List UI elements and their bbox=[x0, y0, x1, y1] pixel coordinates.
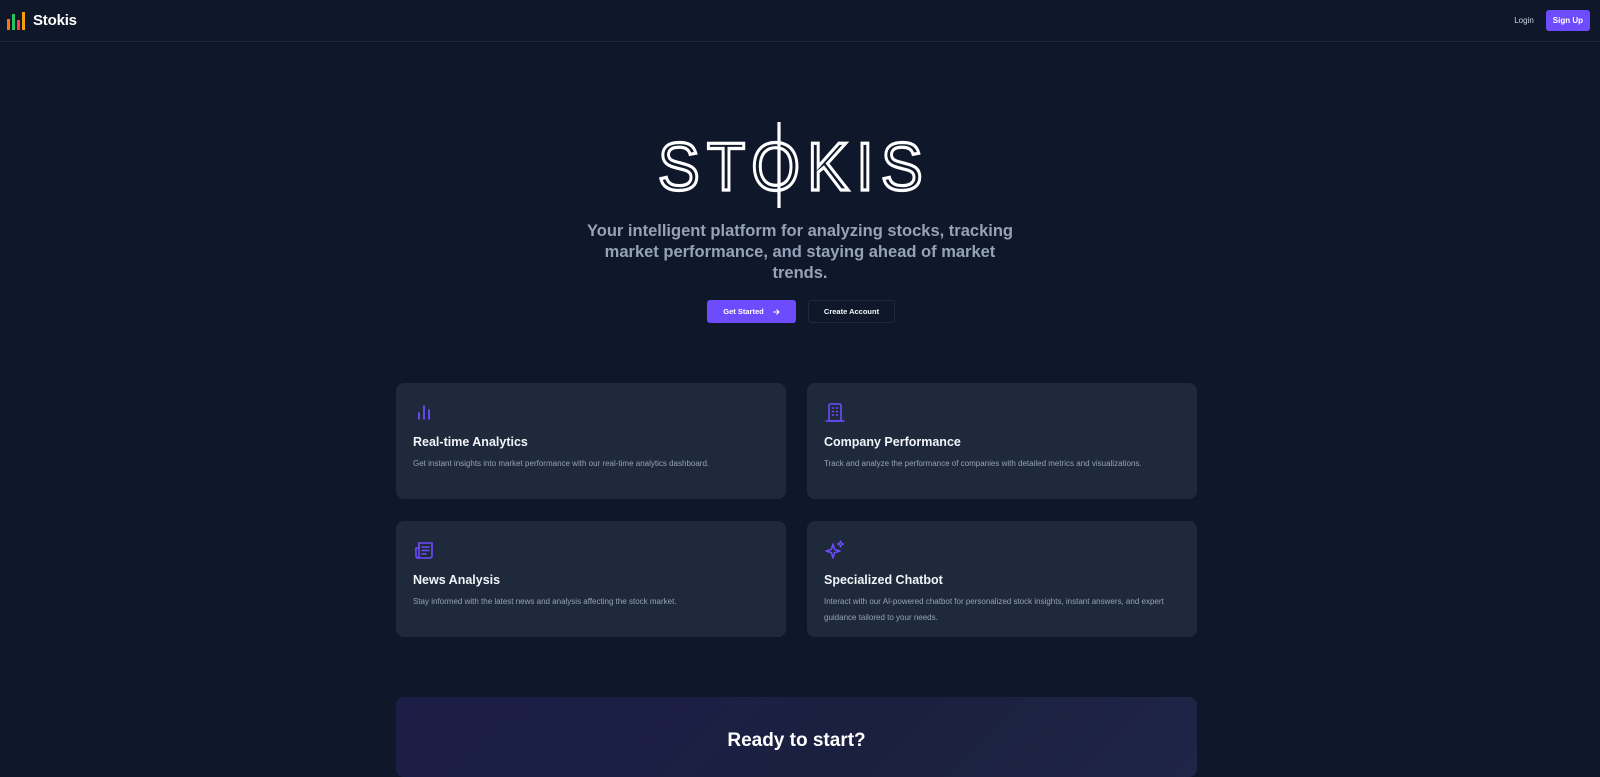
bar-chart-icon bbox=[418, 405, 430, 420]
top-navbar: Stokis Login Sign Up bbox=[0, 0, 1600, 42]
feature-description: Get instant insights into market perform… bbox=[413, 459, 710, 468]
hero-actions: Get Started Create Account bbox=[0, 300, 1600, 323]
feature-card-company-performance: Company Performance Track and analyze th… bbox=[807, 383, 1197, 499]
login-link[interactable]: Login bbox=[1514, 16, 1534, 25]
feature-card-specialized-chatbot: Specialized Chatbot Interact with our AI… bbox=[807, 521, 1197, 637]
feature-title: Real-time Analytics bbox=[413, 435, 528, 449]
feature-title: Specialized Chatbot bbox=[824, 573, 943, 587]
feature-description: Interact with our AI-powered chatbot for… bbox=[824, 597, 1164, 622]
feature-description: Track and analyze the performance of com… bbox=[824, 459, 1142, 468]
stokis-logo-icon bbox=[7, 11, 25, 30]
create-account-button[interactable]: Create Account bbox=[808, 300, 895, 323]
ready-to-start-section: Ready to start? bbox=[396, 697, 1197, 777]
hero-logo: STOKIS bbox=[656, 122, 930, 208]
brand[interactable]: Stokis bbox=[6, 10, 77, 32]
get-started-button[interactable]: Get Started bbox=[707, 300, 796, 323]
sparkles-icon bbox=[825, 540, 845, 559]
arrow-right-icon bbox=[772, 308, 780, 315]
signup-button[interactable]: Sign Up bbox=[1545, 10, 1590, 31]
feature-title: Company Performance bbox=[824, 435, 961, 449]
hero-logo-text: STOKIS bbox=[658, 129, 930, 205]
building-icon bbox=[825, 403, 845, 422]
feature-card-realtime-analytics: Real-time Analytics Get instant insights… bbox=[396, 383, 786, 499]
feature-title: News Analysis bbox=[413, 573, 501, 587]
feature-card-news-analysis: News Analysis Stay informed with the lat… bbox=[396, 521, 786, 637]
hero-tagline: Your intelligent platform for analyzing … bbox=[586, 222, 1013, 282]
ready-title: Ready to start? bbox=[727, 730, 866, 751]
get-started-label: Get Started bbox=[723, 307, 764, 316]
brand-name: Stokis bbox=[33, 12, 77, 29]
newspaper-icon bbox=[415, 542, 433, 559]
feature-description: Stay informed with the latest news and a… bbox=[413, 597, 677, 606]
